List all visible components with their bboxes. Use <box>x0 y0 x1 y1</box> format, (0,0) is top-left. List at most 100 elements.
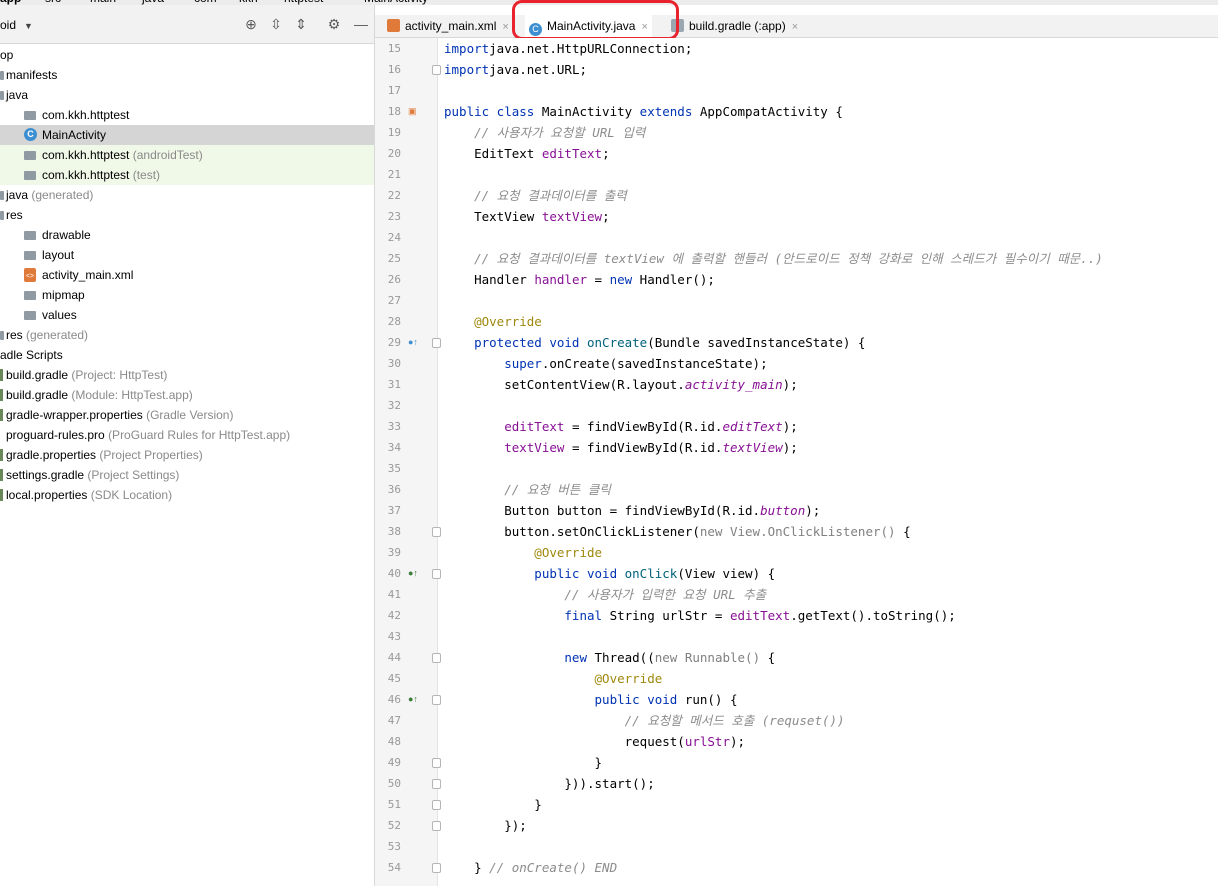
fold-marker-icon[interactable] <box>432 863 441 873</box>
line-number: 30 <box>387 357 401 370</box>
code-token: // 요청 결과데이터를 textView 에 출력할 핸들러 (안드로이드 정… <box>444 251 1103 266</box>
tab-label: activity_main.xml <box>405 19 497 33</box>
code-token: { <box>760 650 776 665</box>
tree-item[interactable]: layout <box>0 245 374 265</box>
tree-item[interactable]: manifests <box>0 65 374 85</box>
code-line: 40 ●↑ public void onClick(View view) { <box>375 563 1218 584</box>
line-number: 15 <box>387 42 401 55</box>
tree-item[interactable]: com.kkh.httptest (androidTest) <box>0 145 374 165</box>
tree-item[interactable]: drawable <box>0 225 374 245</box>
tree-item[interactable]: adle Scripts <box>0 345 374 365</box>
tree-item[interactable]: op <box>0 45 374 65</box>
gear-icon[interactable]: ⚙ <box>326 16 342 32</box>
tree-item-hint: (Project Settings) <box>87 468 180 482</box>
tree-item[interactable]: proguard-rules.pro (ProGuard Rules for H… <box>0 425 374 445</box>
code-line: 32 <box>375 395 1218 416</box>
code-token: onClick <box>624 566 678 581</box>
tab-activity-main-xml[interactable]: activity_main.xml × <box>383 15 513 37</box>
fold-marker-icon[interactable] <box>432 800 441 810</box>
tree-item-label: com.kkh.httptest (test) <box>42 165 160 185</box>
close-icon[interactable]: × <box>792 21 798 33</box>
gradle-icon <box>0 369 3 381</box>
tree-item[interactable]: build.gradle (Module: HttpTest.app) <box>0 385 374 405</box>
code-token: button <box>760 503 806 518</box>
minimize-icon[interactable]: — <box>353 16 369 32</box>
code-text: setContentView(R.layout.activity_main); <box>444 374 798 395</box>
tree-item[interactable]: local.properties (SDK Location) <box>0 485 374 505</box>
code-line: 15 importjava.net.HttpURLConnection; <box>375 38 1218 59</box>
line-number: 21 <box>387 168 401 181</box>
tree-item-label: proguard-rules.pro (ProGuard Rules for H… <box>6 425 290 445</box>
fold-marker-icon[interactable] <box>432 653 441 663</box>
fold-marker-icon[interactable] <box>432 569 441 579</box>
tree-item-name: op <box>0 48 14 62</box>
close-icon[interactable]: × <box>502 21 508 33</box>
code-line: 52 }); <box>375 815 1218 836</box>
code-token: (Bundle savedInstanceState) { <box>647 335 866 350</box>
override-up-icon[interactable]: ●↑ <box>408 332 418 353</box>
code-token: super <box>444 356 542 371</box>
code-token: editText <box>722 419 783 434</box>
code-token: public void <box>444 692 678 707</box>
fold-marker-icon[interactable] <box>432 695 441 705</box>
line-number: 19 <box>387 126 401 139</box>
tree-item[interactable]: build.gradle (Project: HttpTest) <box>0 365 374 385</box>
tree-item[interactable]: gradle-wrapper.properties (Gradle Versio… <box>0 405 374 425</box>
tree-item-hint: (test) <box>132 168 161 182</box>
code-token: Handler(); <box>632 272 715 287</box>
tree-item[interactable]: mipmap <box>0 285 374 305</box>
fold-marker-icon[interactable] <box>432 338 441 348</box>
tree-item[interactable]: java <box>0 85 374 105</box>
line-number: 38 <box>387 525 401 538</box>
fold-marker-icon[interactable] <box>432 821 441 831</box>
code-text: // 사용자가 입력한 요청 URL 추출 <box>444 584 766 605</box>
tree-item-label: java (generated) <box>6 185 93 205</box>
code-text: Button button = findViewById(R.id.button… <box>444 500 820 521</box>
implements-up-icon[interactable]: ●↑ <box>408 563 418 584</box>
editor-tabs: activity_main.xml × C MainActivity.java × bui… <box>375 15 1218 39</box>
fold-marker-icon[interactable] <box>432 527 441 537</box>
code-token: onCreate <box>587 335 648 350</box>
tree-item[interactable]: gradle.properties (Project Properties) <box>0 445 374 465</box>
locate-icon[interactable]: ⊕ <box>243 16 259 32</box>
package-icon <box>24 111 36 120</box>
tree-item[interactable]: settings.gradle (Project Settings) <box>0 465 374 485</box>
tab-label: build.gradle (:app) <box>689 19 786 33</box>
code-token: EditText <box>444 146 542 161</box>
tree-item[interactable]: java (generated) <box>0 185 374 205</box>
tree-item-name: values <box>42 308 77 322</box>
line-number: 37 <box>387 504 401 517</box>
line-number: 35 <box>387 462 401 475</box>
tree-item[interactable]: C MainActivity <box>0 125 374 145</box>
xml-icon[interactable]: ▣ <box>408 101 417 122</box>
fold-marker-icon[interactable] <box>432 758 441 768</box>
code-line: 51 } <box>375 794 1218 815</box>
project-panel-header: oid ▼ ⊕ ⇳ ⇕ ⚙ — <box>0 5 374 44</box>
tree-item-hint: (Project Properties) <box>99 448 203 462</box>
code-text: // 사용자가 요청할 URL 입력 <box>444 122 645 143</box>
code-text: super.onCreate(savedInstanceState); <box>444 353 767 374</box>
folder-icon <box>0 91 4 100</box>
tree-item-name: MainActivity <box>42 128 107 142</box>
implements-up-icon[interactable]: ●↑ <box>408 689 418 710</box>
tree-item-label: values <box>42 305 77 325</box>
code-text: request(urlStr); <box>444 731 745 752</box>
tree-item[interactable]: com.kkh.httptest (test) <box>0 165 374 185</box>
fold-marker-icon[interactable] <box>432 65 441 75</box>
code-token: } <box>444 860 490 875</box>
tree-item[interactable]: com.kkh.httptest <box>0 105 374 125</box>
expand-all-icon[interactable]: ⇳ <box>268 16 284 32</box>
code-token: setContentView(R.layout. <box>444 377 685 392</box>
tree-item-label: activity_main.xml <box>42 265 133 285</box>
code-token: // 요청할 메서드 호출 (requset()) <box>444 713 845 728</box>
collapse-all-icon[interactable]: ⇕ <box>293 16 309 32</box>
tree-item[interactable]: <> activity_main.xml <box>0 265 374 285</box>
project-view-selector[interactable]: oid ▼ <box>0 18 33 32</box>
tree-item[interactable]: res (generated) <box>0 325 374 345</box>
tree-item[interactable]: values <box>0 305 374 325</box>
code-editor[interactable]: 15 importjava.net.HttpURLConnection; 16 imp… <box>375 38 1218 886</box>
fold-marker-icon[interactable] <box>432 779 441 789</box>
tree-item[interactable]: res <box>0 205 374 225</box>
tab-build-gradle-app-[interactable]: build.gradle (:app) × <box>667 15 802 37</box>
